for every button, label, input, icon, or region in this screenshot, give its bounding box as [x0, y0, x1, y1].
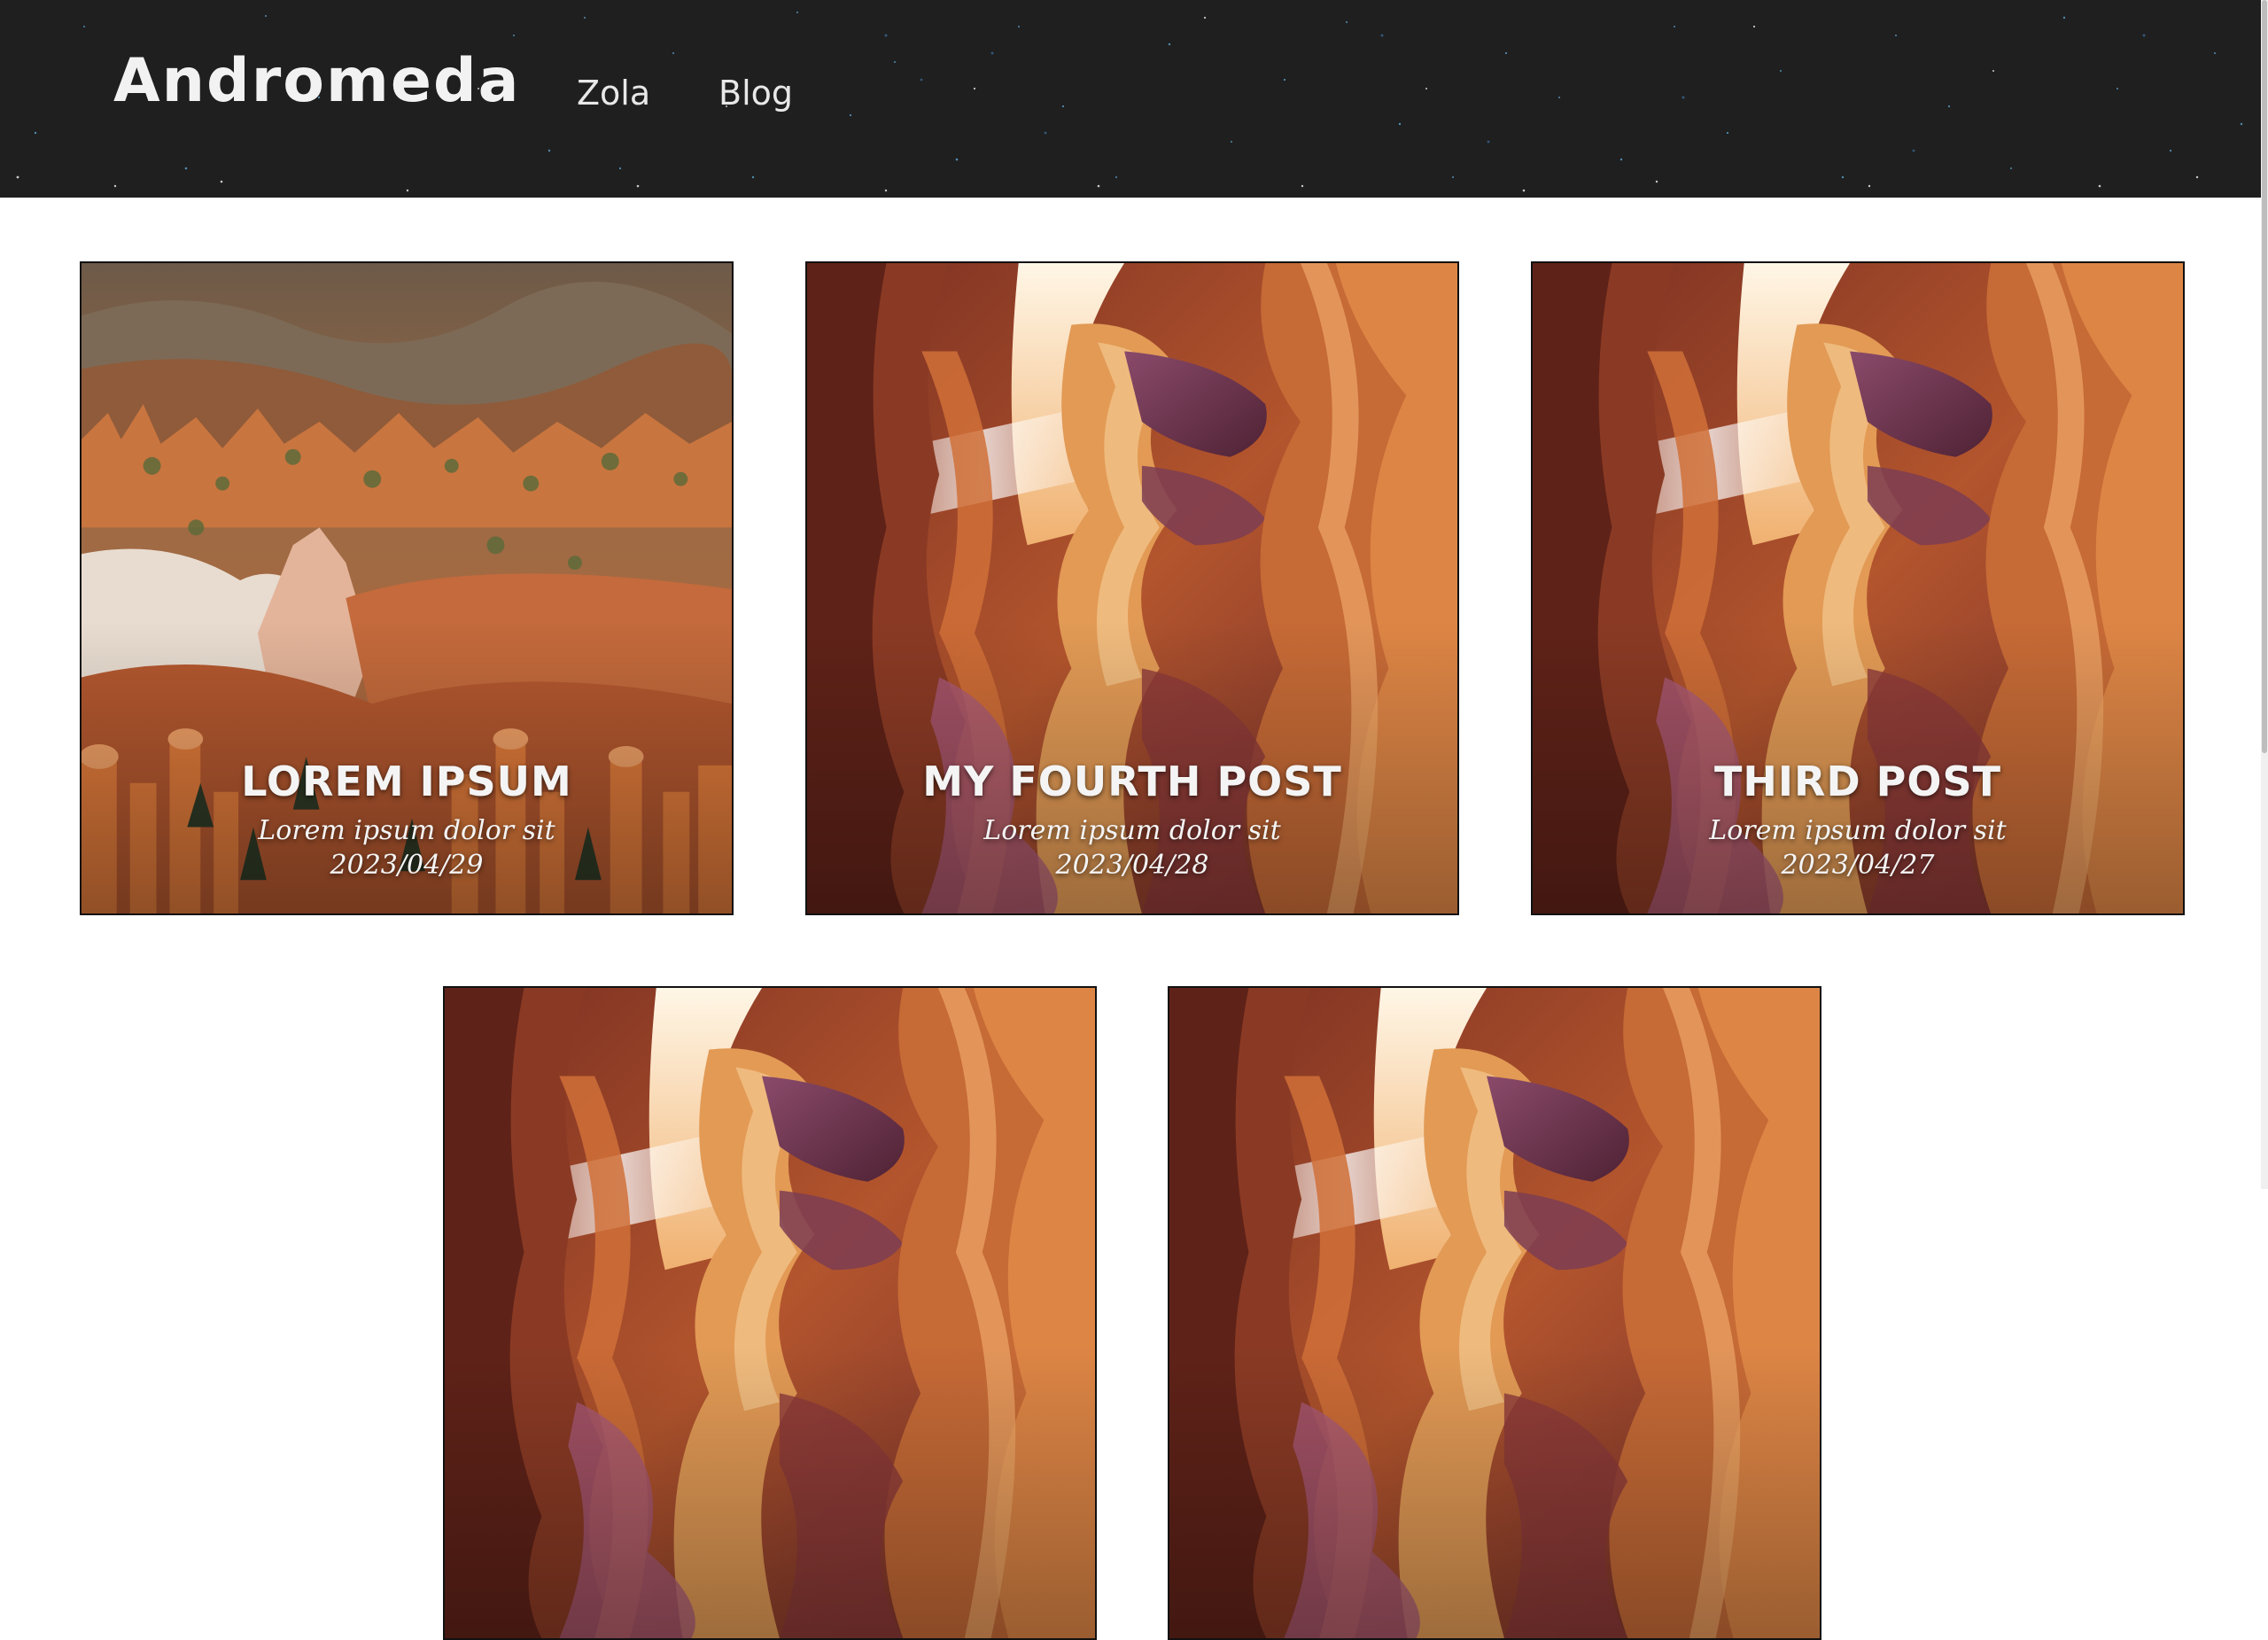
post-subtitle: Lorem ipsum dolor sit — [983, 814, 1281, 846]
post-image-slot-canyon — [445, 988, 1095, 1638]
post-card-text — [1169, 1484, 1820, 1493]
post-date: 2023/04/28 — [1055, 849, 1209, 881]
post-card[interactable]: LOREM IPSUM Lorem ipsum dolor sit 2023/0… — [80, 261, 734, 915]
post-card-text: THIRD POST Lorem ipsum dolor sit 2023/04… — [1533, 759, 2183, 882]
post-title[interactable]: MY FOURTH POST — [807, 759, 1457, 804]
post-title[interactable]: THIRD POST — [1533, 759, 2183, 804]
post-subtitle: Lorem ipsum dolor sit — [1709, 814, 2007, 846]
post-card[interactable]: MY FOURTH POST Lorem ipsum dolor sit 202… — [805, 261, 1459, 915]
post-card[interactable] — [1168, 986, 1821, 1640]
post-card-text — [445, 1484, 1095, 1493]
post-date: 2023/04/27 — [1781, 849, 1935, 881]
post-card-text: MY FOURTH POST Lorem ipsum dolor sit 202… — [807, 759, 1457, 882]
site-logo[interactable]: Andromeda — [113, 51, 521, 112]
nav-link-zola[interactable]: Zola — [577, 76, 650, 110]
post-card[interactable] — [443, 986, 1097, 1640]
post-card[interactable]: THIRD POST Lorem ipsum dolor sit 2023/04… — [1531, 261, 2185, 915]
nav-link-blog[interactable]: Blog — [718, 76, 793, 110]
post-date: 2023/04/29 — [330, 849, 484, 881]
scrollbar-thumb[interactable] — [2262, 0, 2267, 753]
post-card-text: LOREM IPSUM Lorem ipsum dolor sit 2023/0… — [82, 759, 732, 882]
post-subtitle: Lorem ipsum dolor sit — [258, 814, 555, 846]
post-title[interactable]: LOREM IPSUM — [82, 759, 732, 804]
site-header: Andromeda Zola Blog — [0, 0, 2261, 198]
post-image-slot-canyon — [1169, 988, 1820, 1638]
